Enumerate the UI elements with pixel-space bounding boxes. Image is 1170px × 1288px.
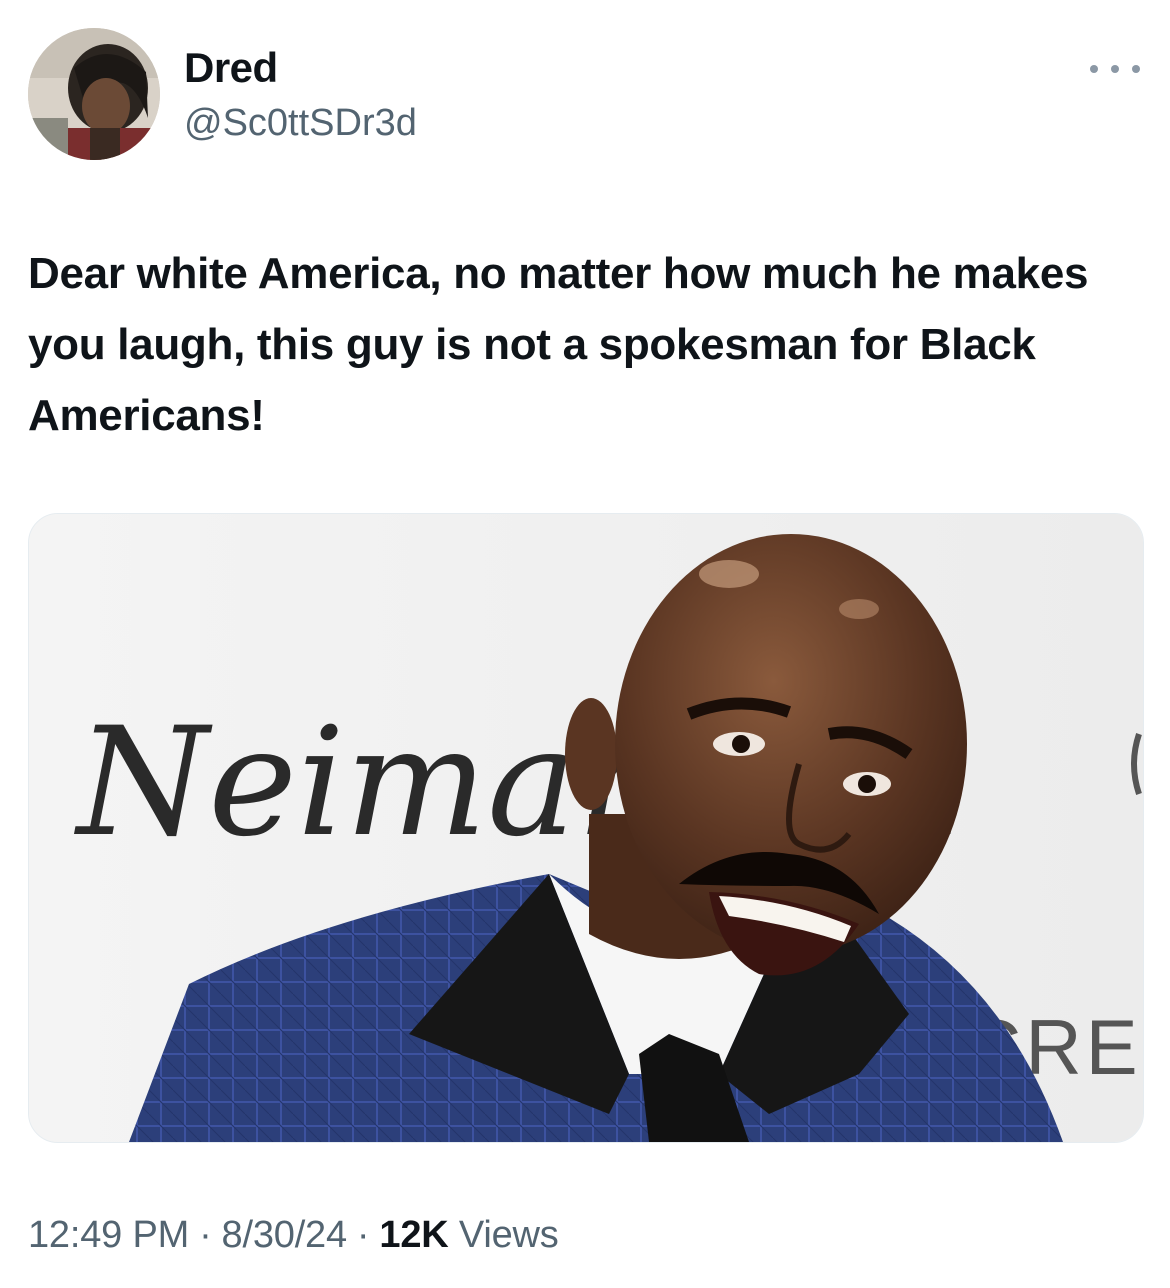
- author-handle[interactable]: @Sc0ttSDr3d: [184, 102, 417, 145]
- more-dot-icon: [1111, 65, 1119, 73]
- avatar-photo: [28, 28, 160, 160]
- more-dot-icon: [1132, 65, 1140, 73]
- tweet-date[interactable]: 8/30/24: [222, 1214, 348, 1256]
- author-avatar[interactable]: [28, 28, 160, 160]
- meta-separator: ·: [356, 1214, 370, 1256]
- tweet-metadata: 12:49 PM · 8/30/24 · 12K Views: [28, 1214, 559, 1257]
- author-display-name[interactable]: Dred: [184, 44, 278, 92]
- more-options-button[interactable]: [1090, 54, 1140, 84]
- views-label: Views: [458, 1214, 559, 1256]
- tweet-text: Dear white America, no matter how much h…: [28, 249, 1089, 440]
- views-count[interactable]: 12K: [379, 1214, 448, 1256]
- media-photo: Neiman Ma SCRE: [29, 514, 1143, 1142]
- more-dot-icon: [1090, 65, 1098, 73]
- tweet-media[interactable]: Neiman Ma SCRE: [28, 513, 1144, 1143]
- tweet-time[interactable]: 12:49 PM: [28, 1214, 189, 1256]
- meta-separator: ·: [199, 1214, 212, 1256]
